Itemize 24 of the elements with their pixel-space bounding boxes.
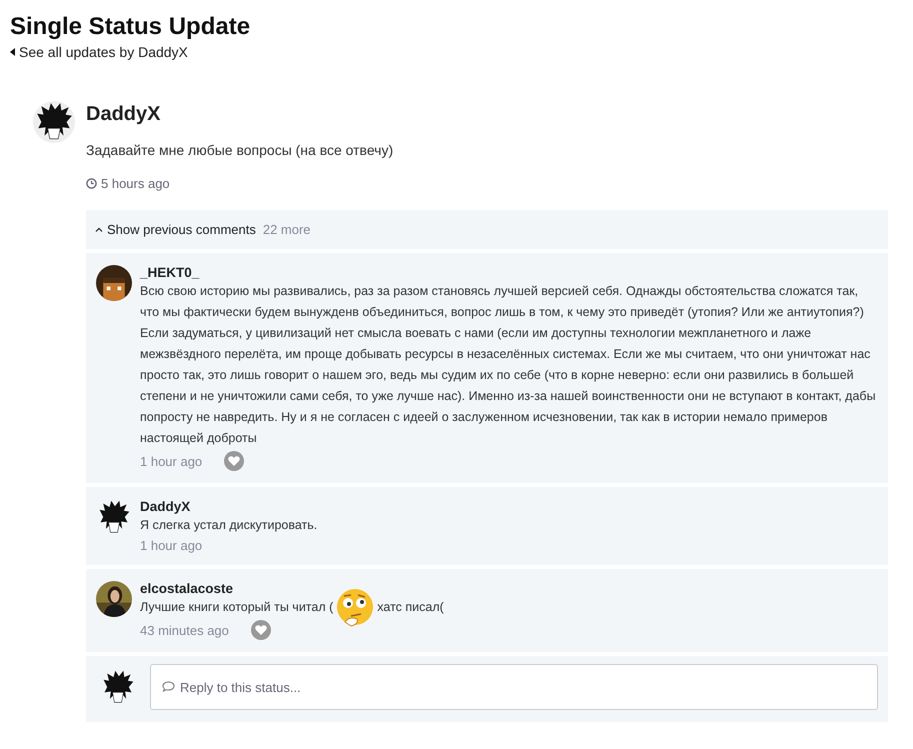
back-link[interactable]: See all updates by DaddyX [10,44,188,60]
comment-text: Я слегка устал дискутировать. [140,518,318,532]
clock-icon [86,178,97,189]
author-name[interactable]: DaddyX [140,499,878,514]
comment-text: хатс писал( [377,600,444,614]
timestamp[interactable]: 5 hours ago [86,176,170,191]
avatar-icon[interactable] [33,101,75,143]
like-button[interactable] [250,620,271,640]
author-name[interactable]: _HEKT0_ [140,265,878,280]
page-title: Single Status Update [10,12,252,42]
caret-icon [10,48,15,56]
caret-icon [95,227,103,232]
speech-bubble-icon [162,681,175,692]
author-name[interactable]: DaddyX [86,103,888,126]
author-name[interactable]: elcostalacoste [140,581,878,596]
thinking-emoji-icon [335,588,376,628]
avatar-icon[interactable] [96,265,132,301]
comment-text: Лучшие книги который ты читал ( [140,600,334,614]
status-text: Задавайте мне любые вопросы (на все отвечу) [86,142,394,158]
comment-text: Всю свою историю мы развивались, раз за разом становясь лучшей версией себя. Однажды обстоятельства сложатся так, что мы фактически будем вынужденв объединиться, вопрос лишь в том, к чему это приведёт (утопия? Или же антиутопия?) Если задуматься, у цивилизаций нет смысла воевать с нами (если им доступны технологии межпланетного и лаже межзвёздного перелёта, им проще добывать ресурсы в незаселённых системах. Если же мы считаем, что они уничтожат нас просто так, это лишь говорит о нашем эго, ведь мы судим их по себе (что в корне неверно: если они развились в большей степени и не уничтожили сами себя, то уже лучше нас). Именно из-за нашей воинственности они не вступают в контакт, дабы попросту не навредить. Ну и я не согласен с идеей о заслуженном исчезновении, так как в истории немало примеров настоящей доброты [140,284,876,445]
show-previous-comments-link[interactable]: Show previous comments [95,222,256,237]
like-button[interactable] [224,451,244,471]
reply-field[interactable]: Reply to this status... [150,664,878,710]
comment-count: 22 more [262,222,311,237]
